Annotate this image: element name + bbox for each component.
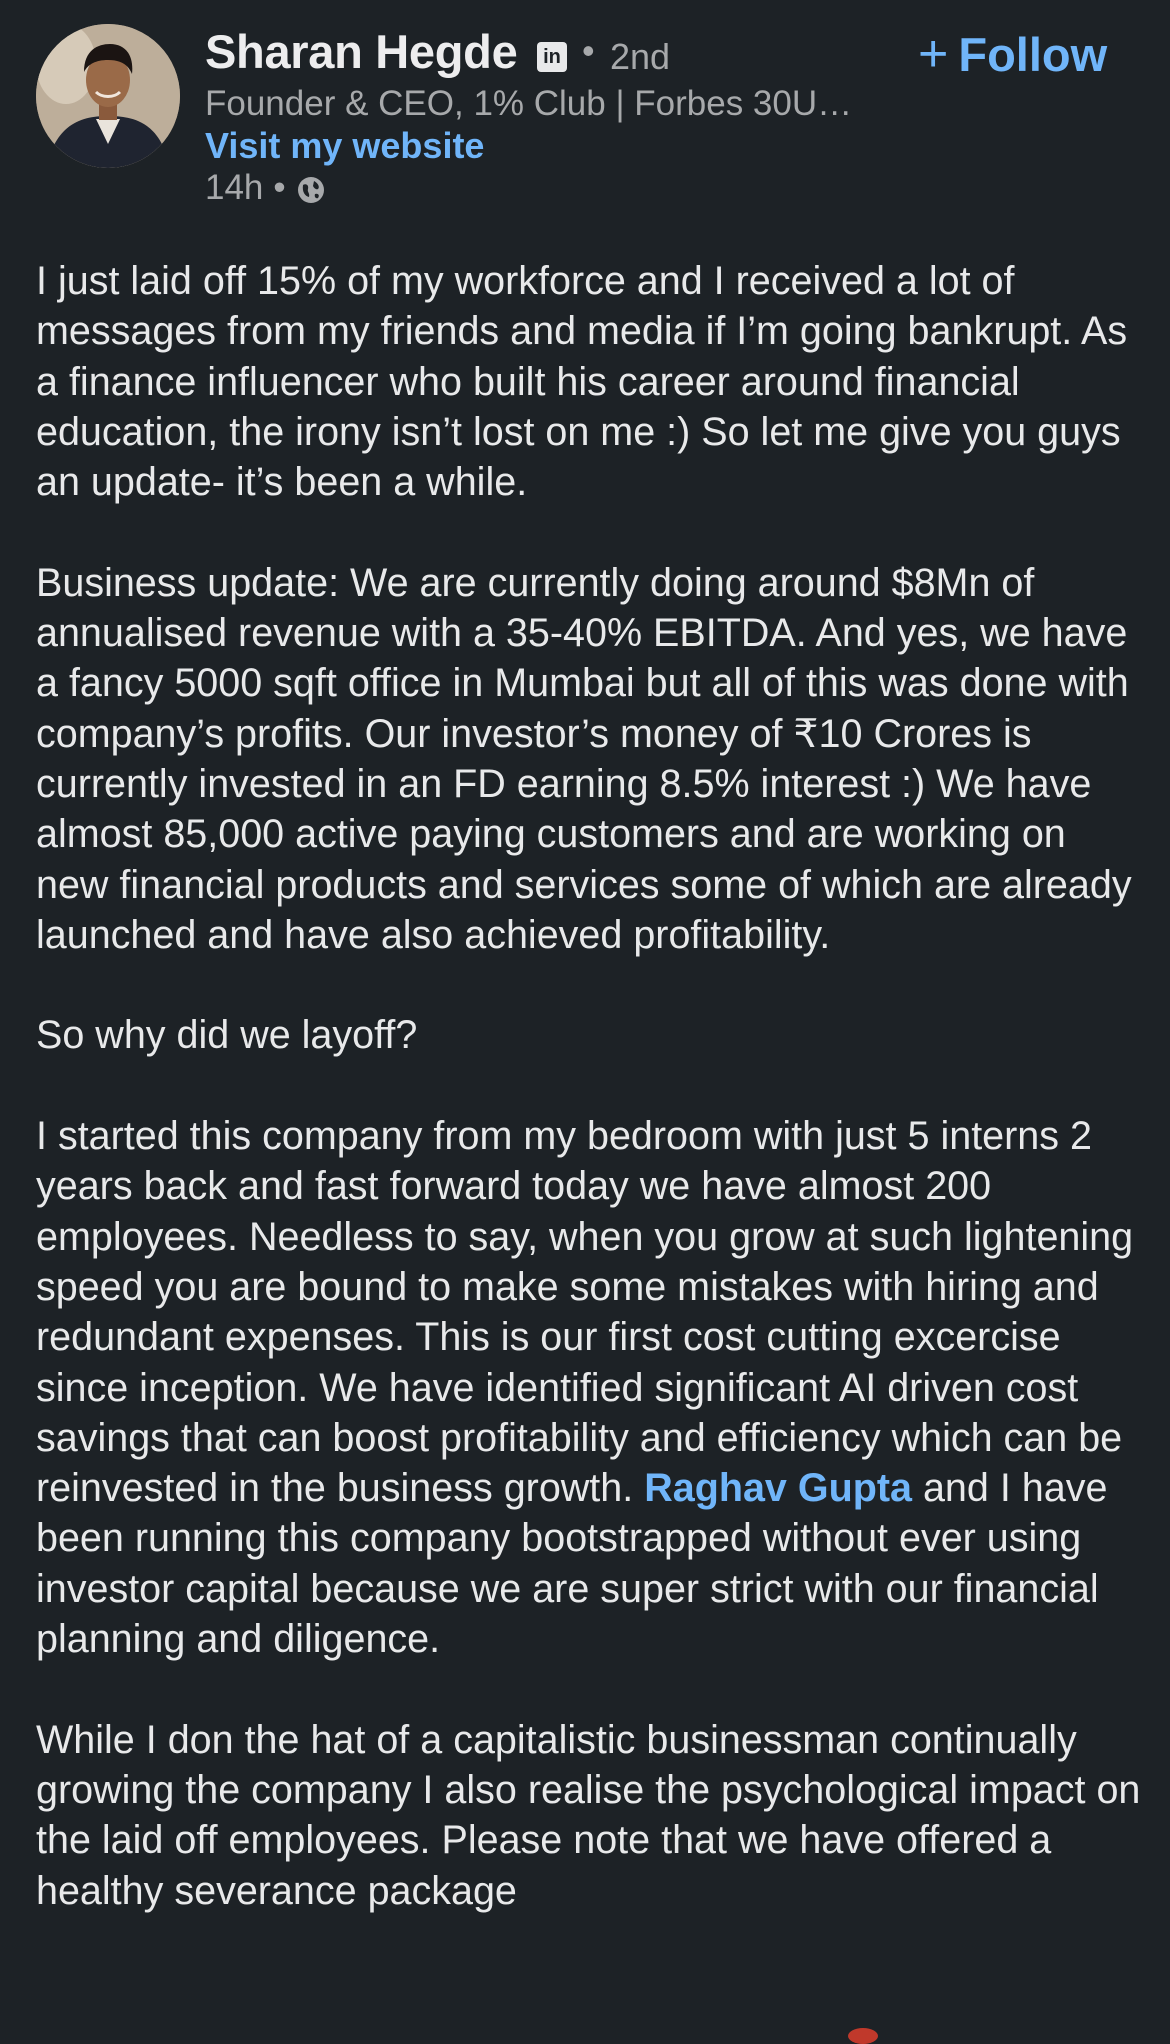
post-text: I just laid off 15% of my workforce and …	[36, 256, 1146, 1966]
author-avatar[interactable]	[36, 24, 180, 168]
globe-icon	[296, 174, 326, 214]
post-header: Sharan Hegde in • 2nd + Follow Founder & …	[0, 0, 1170, 220]
linkedin-badge-icon: in	[537, 42, 567, 72]
author-headline: Founder & CEO, 1% Club | Forbes 30U…	[205, 84, 853, 123]
plus-icon: +	[918, 25, 949, 83]
separator-dot: •	[582, 30, 595, 71]
connection-degree: 2nd	[610, 36, 671, 77]
separator-dot: •	[273, 168, 286, 207]
post-paragraph: I started this company from my bedroom w…	[36, 1111, 1146, 1664]
mention-link[interactable]: Raghav Gupta	[644, 1466, 912, 1510]
posted-time: 14h	[205, 168, 264, 207]
follow-button[interactable]: + Follow	[918, 24, 1107, 84]
visit-website-link[interactable]: Visit my website	[205, 125, 484, 167]
follow-label: Follow	[958, 28, 1108, 81]
author-name[interactable]: Sharan Hegde	[205, 24, 518, 79]
post-paragraph: So why did we layoff?	[36, 1013, 418, 1058]
post-paragraph: Business update: We are currently doing …	[36, 560, 1132, 957]
avatar-photo	[36, 24, 180, 168]
reaction-icon	[848, 2028, 878, 2044]
post-text-segment: I started this company from my bedroom w…	[36, 1114, 1134, 1511]
post-meta: 14h •	[205, 168, 326, 214]
post-paragraph: I just laid off 15% of my workforce and …	[36, 259, 1128, 505]
post-paragraph: While I don the hat of a capitalistic bu…	[36, 1717, 1141, 1913]
scroll-cutoff	[0, 2016, 1170, 2036]
